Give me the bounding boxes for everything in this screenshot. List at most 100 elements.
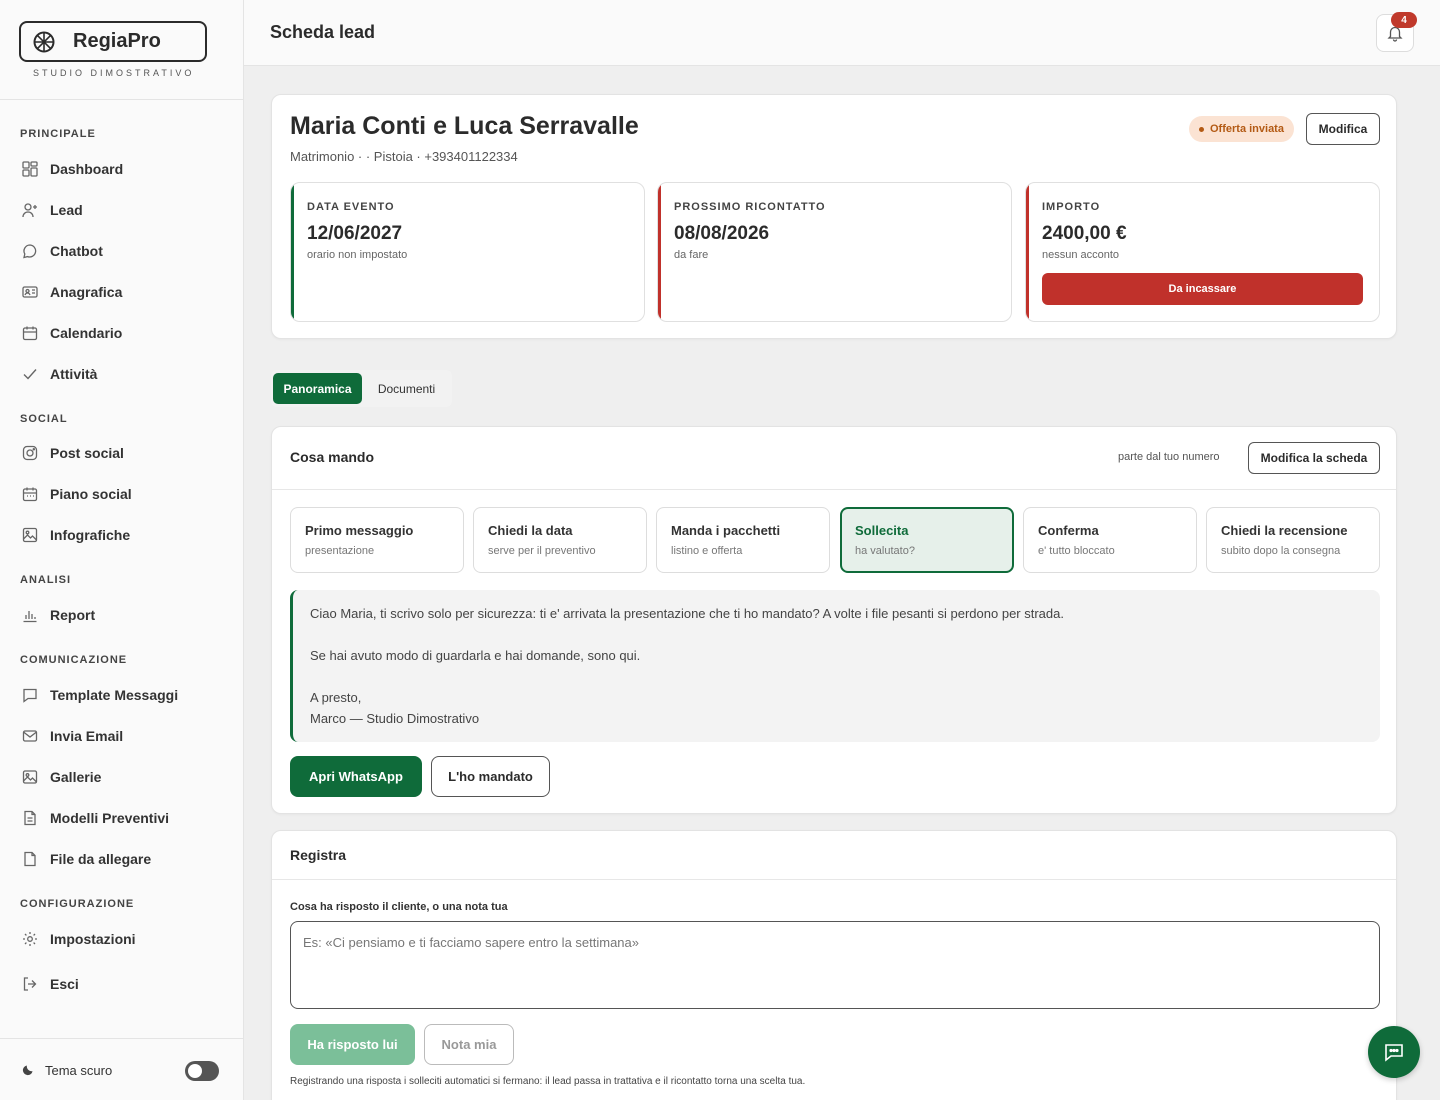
divider [272,489,1396,490]
collect-payment-button[interactable]: Da incassare [1042,273,1363,305]
section-social: SOCIAL [20,413,68,425]
stat-value: 12/06/2027 [307,223,403,244]
stat-event-date: DATA EVENTO 12/06/2027 orario non impost… [290,182,645,322]
sidebar-item-label: Calendario [50,325,123,341]
sidebar-item-attivita[interactable]: Attività [20,363,230,385]
section-comunicazione: COMUNICAZIONE [20,654,128,666]
tab-documenti[interactable]: Documenti [364,373,449,404]
calendar-icon [20,323,40,343]
sidebar-item-label: Post social [50,445,124,461]
mark-sent-button[interactable]: L'ho mandato [431,756,550,797]
step-title: Primo messaggio [305,523,414,538]
sidebar-item-label: Attività [50,366,98,382]
logo-area: RegiaPro STUDIO DIMOSTRATIVO [0,0,243,100]
user-plus-icon [20,200,40,220]
step-desc: listino e offerta [671,545,743,557]
gear-icon [20,929,40,949]
lead-card: Maria Conti e Luca Serravalle Matrimonio… [271,94,1397,339]
sidebar-item-dashboard[interactable]: Dashboard [20,158,230,180]
bar-chart-icon [20,605,40,625]
sidebar-item-label: Dashboard [50,161,124,177]
brand-subtitle: STUDIO DIMOSTRATIVO [33,68,195,78]
message-line: Se hai avuto modo di guardarla e hai dom… [310,648,641,663]
message-square-icon [20,685,40,705]
step-conferma[interactable]: Conferma e' tutto bloccato [1023,507,1197,573]
message-line: A presto, [310,690,362,705]
step-chiedi-recensione[interactable]: Chiedi la recensione subito dopo la conse… [1206,507,1380,573]
sidebar-item-impostazioni[interactable]: Impostazioni [20,928,230,950]
sidebar-item-template-messaggi[interactable]: Template Messaggi [20,684,230,706]
section-analisi: ANALISI [20,574,71,586]
step-desc: subito dopo la consegna [1221,545,1341,557]
message-line: Marco — Studio Dimostrativo [310,711,480,726]
stat-accent-bar [1026,183,1029,321]
sidebar: RegiaPro STUDIO DIMOSTRATIVO PRINCIPALE … [0,0,244,1100]
grid-icon [20,159,40,179]
stat-sub: da fare [674,249,709,261]
register-title: Registra [290,847,347,863]
step-sollecita[interactable]: Sollecita ha valutato? [840,507,1014,573]
sidebar-item-esci[interactable]: Esci [20,973,230,995]
stat-amount: IMPORTO 2400,00 € nessun acconto Da inca… [1025,182,1380,322]
status-dot [1199,126,1204,132]
sidebar-item-anagrafica[interactable]: Anagrafica [20,281,230,303]
sidebar-item-lead[interactable]: Lead [20,199,230,221]
top-bar: Scheda lead 4 [244,0,1440,66]
sidebar-item-file-da-allegare[interactable]: File da allegare [20,848,230,870]
sidebar-item-label: Anagrafica [50,284,123,300]
section-principale: PRINCIPALE [20,128,96,140]
chat-bubble-icon [20,241,40,261]
edit-template-button[interactable]: Modifica la scheda [1248,442,1380,474]
register-footnote: Registrando una risposta i solleciti aut… [290,1076,806,1087]
sidebar-item-label: Gallerie [50,769,102,785]
step-primo-messaggio[interactable]: Primo messaggio presentazione [290,507,464,573]
sidebar-item-report[interactable]: Report [20,604,230,626]
step-title: Sollecita [855,523,909,538]
sidebar-item-label: Modelli Preventivi [50,810,170,826]
stat-value: 08/08/2026 [674,223,770,244]
sidebar-item-piano-social[interactable]: Piano social [20,483,230,505]
open-whatsapp-button[interactable]: Apri WhatsApp [290,756,422,797]
stat-label: DATA EVENTO [307,201,395,213]
status-label: Offerta inviata [1210,123,1284,135]
sidebar-item-label: Report [50,607,96,623]
stat-sub: orario non impostato [307,249,408,261]
client-replied-button[interactable]: Ha risposto lui [290,1024,415,1065]
step-manda-pacchetti[interactable]: Manda i pacchetti listino e offerta [656,507,830,573]
sidebar-item-label: Infografiche [50,527,131,543]
send-title: Cosa mando [290,449,375,465]
send-hint: parte dal tuo numero [1118,451,1220,463]
reply-textarea[interactable] [290,921,1380,1009]
sidebar-item-invia-email[interactable]: Invia Email [20,725,230,747]
sidebar-item-infografiche[interactable]: Infografiche [20,524,230,546]
sidebar-item-label: Impostazioni [50,931,136,947]
lead-name: Maria Conti e Luca Serravalle [290,112,639,140]
sidebar-item-label: Chatbot [50,243,103,259]
message-line: Ciao Maria, ti scrivo solo per sicurezza… [310,606,1064,621]
aperture-icon [33,31,55,52]
step-desc: ha valutato? [855,545,915,557]
sidebar-item-label: File da allegare [50,851,152,867]
chat-fab-button[interactable] [1368,1026,1420,1078]
dark-theme-toggle[interactable] [185,1061,219,1081]
sidebar-item-label: Invia Email [50,728,124,744]
edit-lead-button[interactable]: Modifica [1306,113,1380,145]
sidebar-item-calendario[interactable]: Calendario [20,322,230,344]
theme-label: Tema scuro [45,1063,113,1078]
document-text-icon [20,808,40,828]
sidebar-item-post-social[interactable]: Post social [20,442,230,464]
tab-panoramica[interactable]: Panoramica [273,373,362,404]
divider [272,879,1396,880]
reply-field-label: Cosa ha risposto il cliente, o una nota … [290,901,508,913]
gallery-icon [20,767,40,787]
step-chiedi-data[interactable]: Chiedi la data serve per il preventivo [473,507,647,573]
sidebar-item-chatbot[interactable]: Chatbot [20,240,230,262]
sidebar-item-modelli-preventivi[interactable]: Modelli Preventivi [20,807,230,829]
my-note-button[interactable]: Nota mia [424,1024,514,1065]
stat-value: 2400,00 € [1042,223,1127,244]
logo[interactable]: RegiaPro [19,21,207,62]
sidebar-item-gallerie[interactable]: Gallerie [20,766,230,788]
file-icon [20,849,40,869]
sidebar-item-label: Piano social [50,486,132,502]
check-icon [20,364,40,384]
